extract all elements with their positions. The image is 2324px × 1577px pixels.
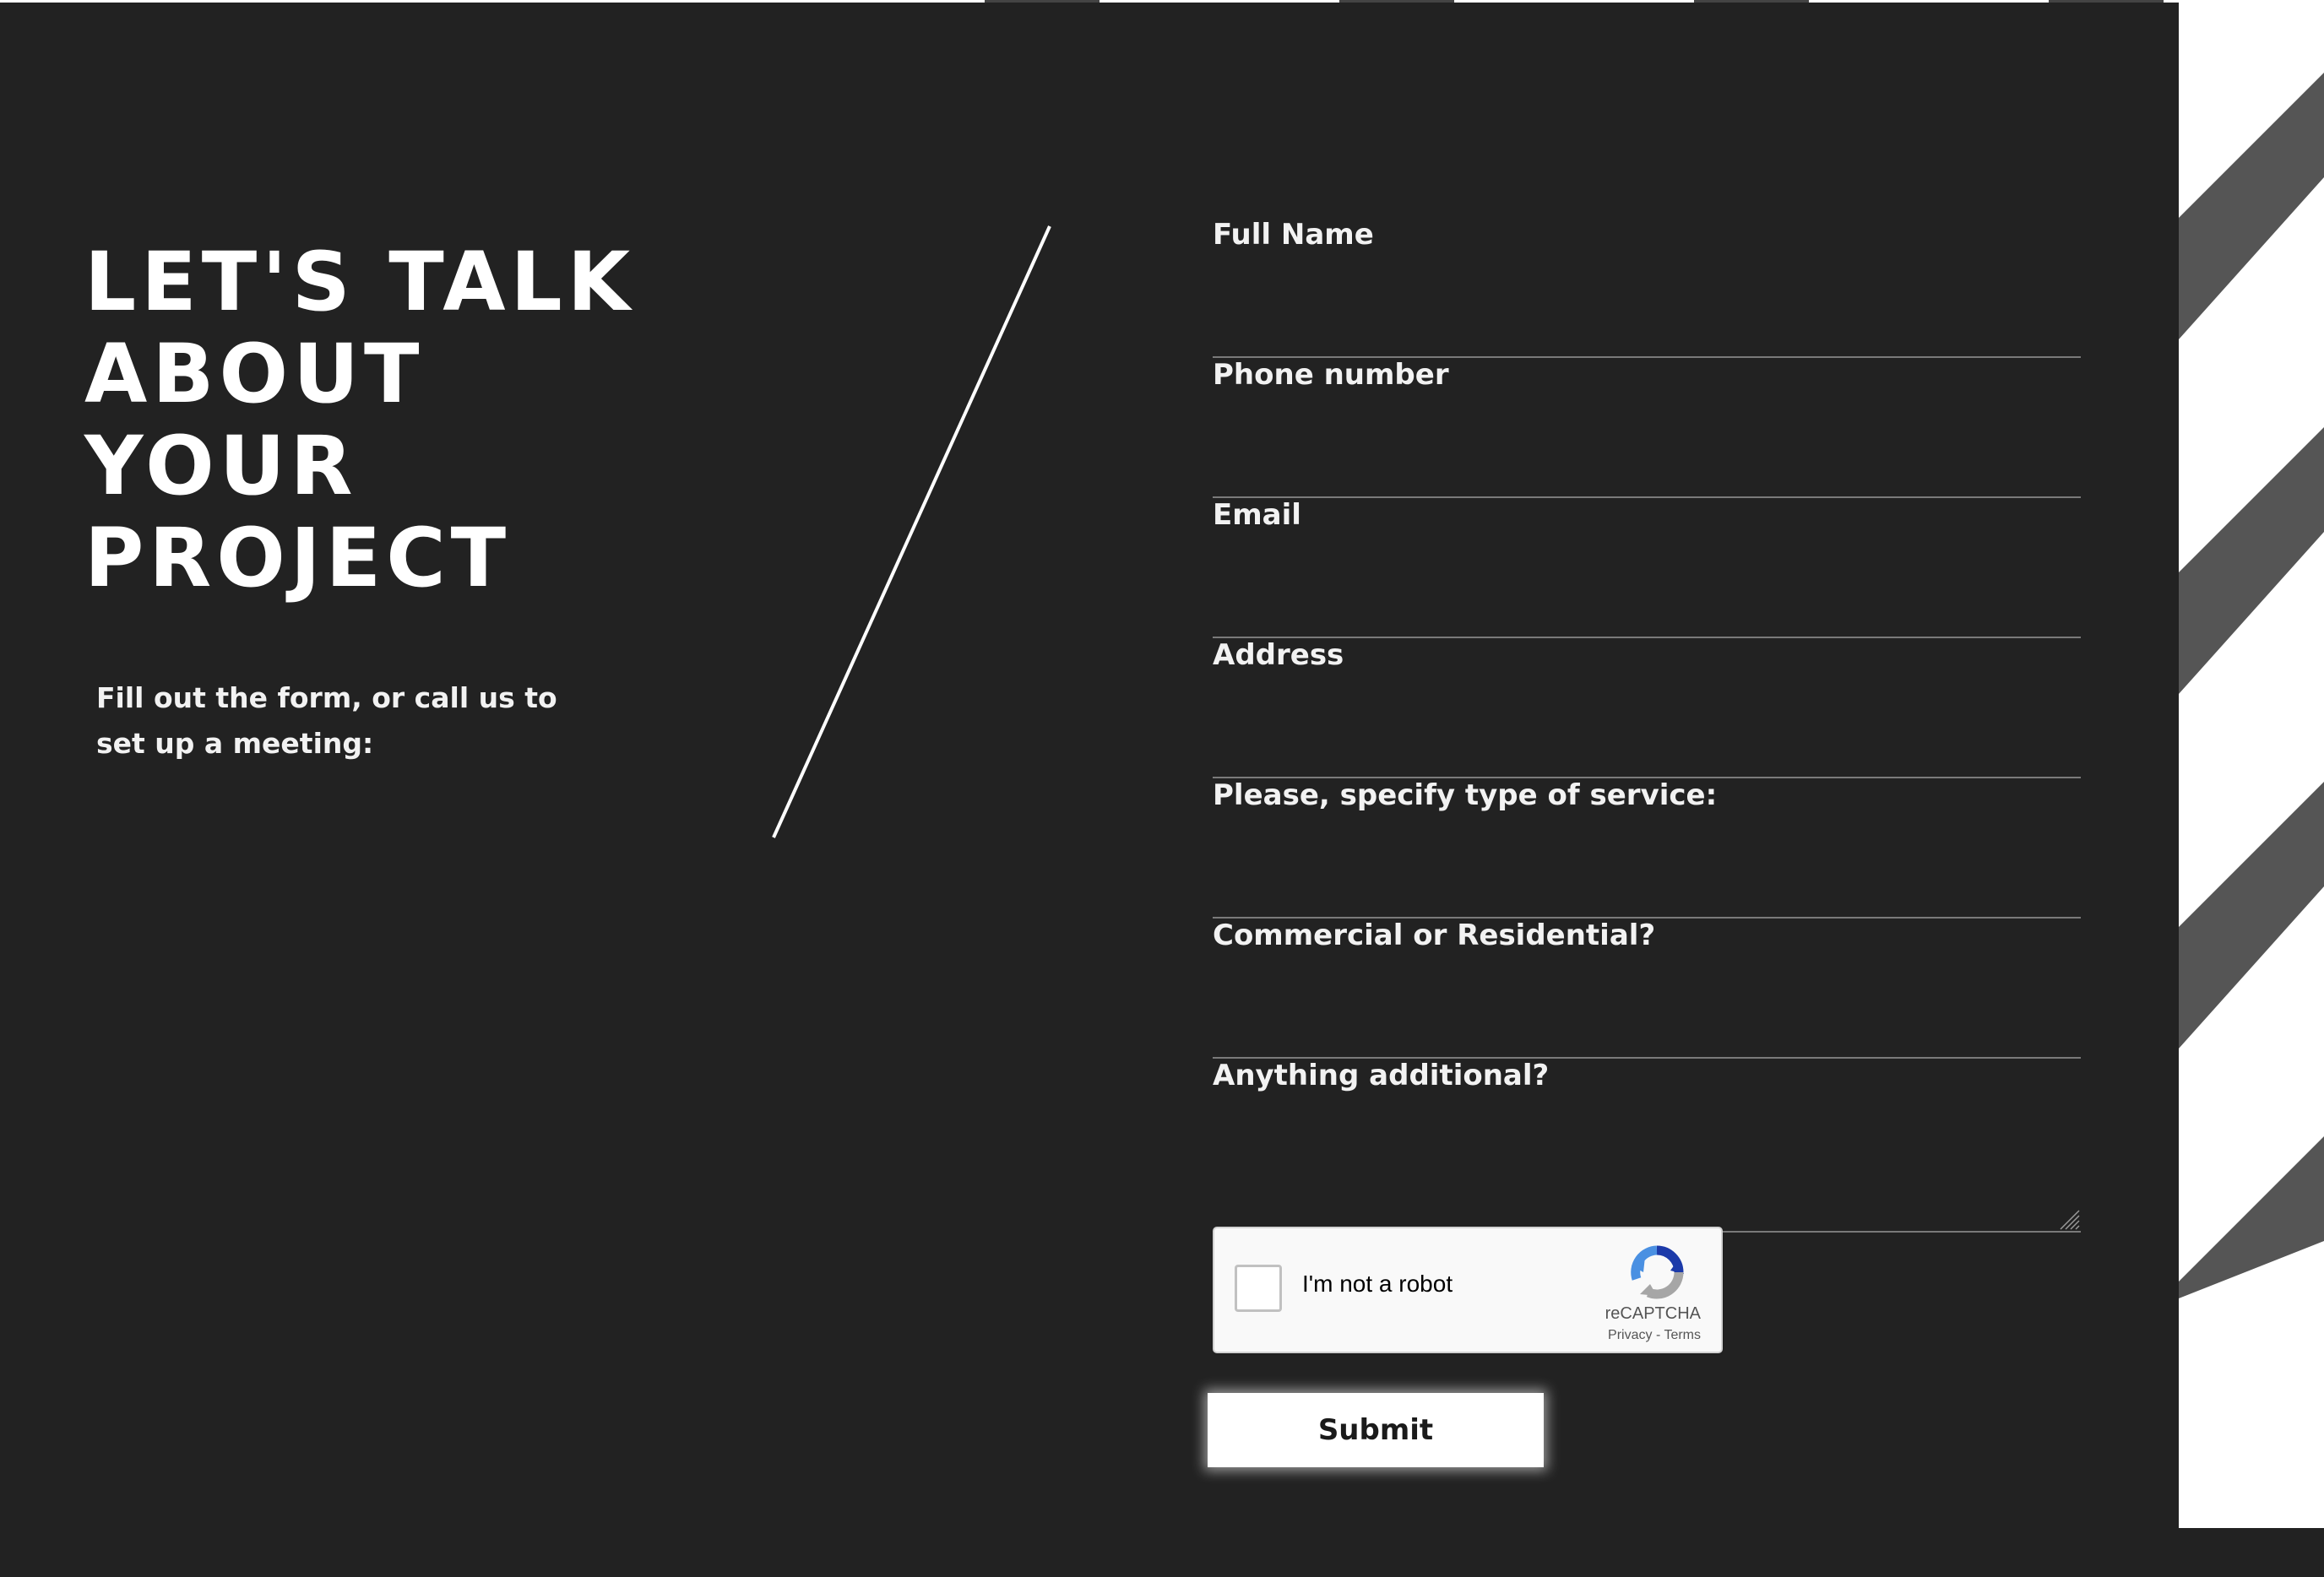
right-decorative-panel xyxy=(2179,0,2324,1528)
property-type-label: Commercial or Residential? xyxy=(1213,919,1656,952)
recaptcha-logo-icon xyxy=(1631,1245,1684,1299)
submit-button[interactable]: Submit xyxy=(1208,1393,1544,1467)
top-border-strip xyxy=(0,0,2324,3)
recaptcha-widget: I'm not a robot reCAPTCHA Privacy - Term… xyxy=(1213,1227,1723,1353)
contact-form: Full Name Phone number Email Address Ple… xyxy=(1213,218,2081,1233)
address-input[interactable] xyxy=(1213,724,2081,773)
service-type-label: Please, specify type of service: xyxy=(1213,778,1718,812)
email-input[interactable] xyxy=(1213,584,2081,633)
recaptcha-checkbox[interactable] xyxy=(1235,1265,1282,1312)
top-border-notch xyxy=(985,0,1100,3)
email-field: Email xyxy=(1213,498,2081,638)
full-name-label: Full Name xyxy=(1213,218,1374,252)
property-type-input[interactable] xyxy=(1213,1005,2081,1054)
decorative-slash-line xyxy=(772,225,1051,838)
recaptcha-label: I'm not a robot xyxy=(1302,1271,1453,1297)
intro-text: Fill out the form, or call us to set up … xyxy=(96,681,557,760)
top-border-notch xyxy=(2049,0,2164,3)
address-field: Address xyxy=(1213,638,2081,778)
page-headline: LET'S TALK ABOUT YOUR PROJECT xyxy=(84,235,636,605)
service-type-field: Please, specify type of service: xyxy=(1213,778,2081,919)
additional-info-textarea[interactable] xyxy=(1213,1145,2081,1229)
address-label: Address xyxy=(1213,638,1344,672)
additional-info-label: Anything additional? xyxy=(1213,1059,1550,1092)
full-name-field: Full Name xyxy=(1213,218,2081,358)
terms-link[interactable]: Terms xyxy=(1664,1328,1701,1342)
top-border-notch xyxy=(1694,0,1809,3)
links-separator: - xyxy=(1652,1328,1664,1342)
email-label: Email xyxy=(1213,498,1301,532)
diagonal-stripes xyxy=(2179,73,2324,1298)
additional-info-field: Anything additional? xyxy=(1213,1059,2081,1233)
service-type-input[interactable] xyxy=(1213,864,2081,913)
privacy-link[interactable]: Privacy xyxy=(1608,1328,1652,1342)
phone-number-field: Phone number xyxy=(1213,358,2081,498)
recaptcha-links: Privacy - Terms xyxy=(1608,1328,1701,1343)
phone-number-input[interactable] xyxy=(1213,444,2081,493)
phone-number-label: Phone number xyxy=(1213,358,1449,392)
property-type-field: Commercial or Residential? xyxy=(1213,919,2081,1059)
full-name-input[interactable] xyxy=(1213,304,2081,353)
top-border-notch xyxy=(1339,0,1454,3)
resize-grip-icon[interactable] xyxy=(2055,1206,2081,1231)
recaptcha-brand: reCAPTCHA xyxy=(1605,1304,1701,1323)
